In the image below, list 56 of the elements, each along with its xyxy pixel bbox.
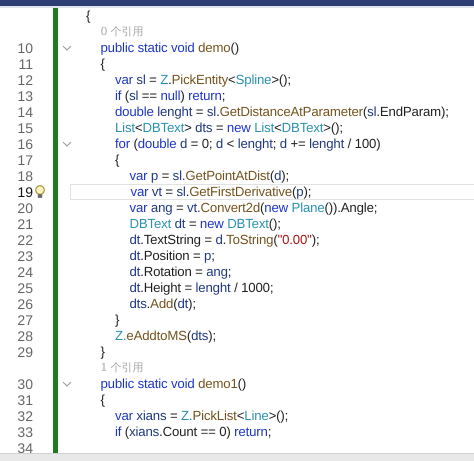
code-line: var vt = sl.GetFirstDerivative(p);: [130, 184, 312, 200]
code-line: dt.TextString = d.ToString("0.00");: [130, 232, 320, 248]
line-number: 15: [17, 120, 33, 136]
code-line: {: [115, 152, 120, 168]
code-line: DBText dt = new DBText();: [130, 216, 281, 232]
line-number: 11: [18, 56, 33, 72]
line-number: 23: [17, 248, 33, 264]
line-number: 13: [17, 88, 33, 104]
line-number: 18: [17, 168, 33, 184]
reference-count[interactable]: 1 个引用: [100, 360, 144, 376]
code-line: dt.Rotation = ang;: [130, 264, 232, 280]
collapse-icon[interactable]: [62, 45, 72, 51]
line-number: 28: [17, 328, 33, 344]
code-line: dt.Height = lenght / 1000;: [130, 280, 274, 296]
code-line: double lenght = sl.GetDistanceAtParameter(sl.EndParam);: [115, 104, 449, 120]
code-line: public static void demo1(): [100, 376, 246, 392]
code-line: dt.Position = p;: [130, 248, 215, 264]
line-number: 19: [17, 184, 33, 200]
line-number: 32: [17, 408, 33, 424]
code-line: }: [100, 344, 105, 360]
line-number: 33: [17, 424, 33, 440]
line-number: 31: [17, 392, 33, 408]
collapse-icon[interactable]: [62, 141, 72, 147]
line-number: 27: [17, 312, 33, 328]
line-number: 22: [17, 232, 33, 248]
code-line: dts.Add(dt);: [130, 296, 196, 312]
lightbulb-icon[interactable]: [34, 185, 46, 199]
code-line: {: [86, 8, 90, 24]
line-number: 17: [17, 152, 33, 168]
line-number: 30: [17, 376, 33, 392]
code-line: if (sl == null) return;: [115, 88, 226, 104]
reference-count[interactable]: 0 个引用: [100, 24, 144, 40]
line-number: 25: [17, 280, 33, 296]
line-number: 21: [17, 216, 33, 232]
line-number: 26: [17, 296, 33, 312]
code-line: var xians = Z.PickList<Line>();: [115, 408, 288, 424]
line-number: 16: [17, 136, 33, 152]
line-number: 34: [17, 440, 33, 453]
line-number: 20: [17, 200, 33, 216]
code-line: for (double d = 0; d < lenght; d += lenght / 100): [115, 136, 380, 152]
code-line: var p = sl.GetPointAtDist(d);: [130, 168, 290, 184]
code-line: {: [100, 56, 105, 72]
line-number: 24: [17, 264, 33, 280]
line-number: 10: [17, 40, 33, 56]
code-line: var sl = Z.PickEntity<Spline>();: [115, 72, 291, 88]
line-number: 29: [17, 344, 33, 360]
code-line: Z.eAddtoMS(dts);: [115, 328, 216, 344]
code-line: }: [115, 312, 120, 328]
code-line: if (xians.Count == 0) return;: [115, 424, 272, 440]
code-line: public static void demo(): [100, 40, 239, 56]
code-line: {: [100, 392, 105, 408]
line-number: 12: [17, 72, 33, 88]
code-line: var ang = vt.Convert2d(new Plane()).Angle;: [130, 200, 378, 216]
collapse-icon[interactable]: [62, 381, 72, 387]
line-number: 14: [17, 104, 33, 120]
code-line: List<DBText> dts = new List<DBText>();: [115, 120, 343, 136]
